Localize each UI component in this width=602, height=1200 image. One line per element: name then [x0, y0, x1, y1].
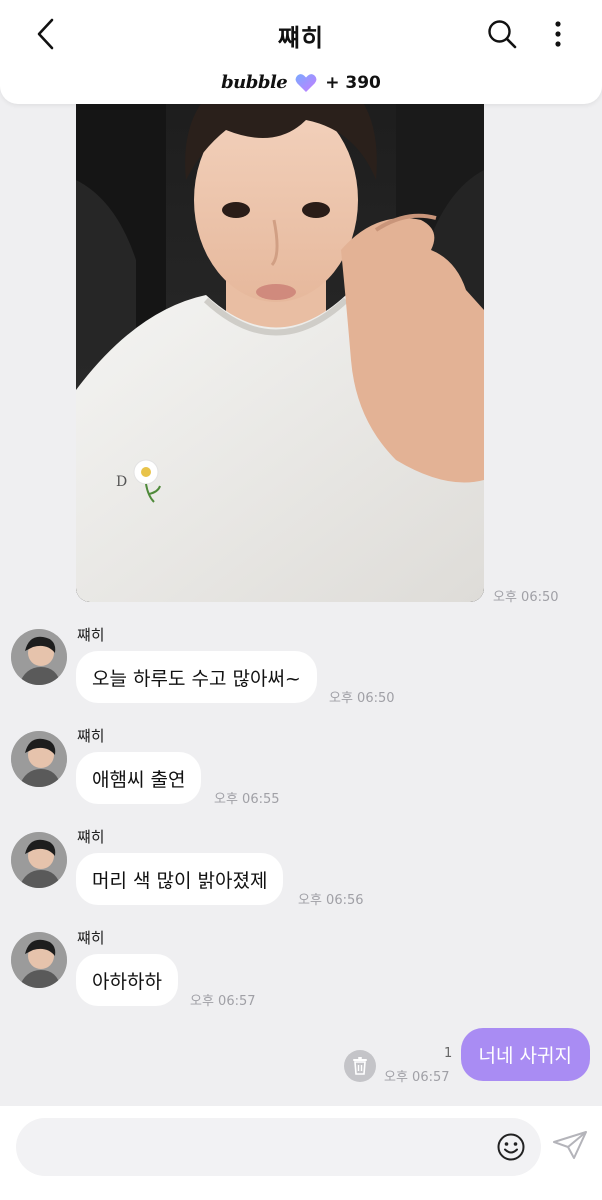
chat-header: 쨰히 bubble + 390 [0, 0, 602, 104]
message-input[interactable] [36, 1118, 480, 1178]
message-bubble[interactable]: 오늘 하루도 수고 많아써~ [76, 651, 317, 703]
message-timestamp: 오후 06:50 [329, 691, 395, 706]
message-timestamp: 오후 06:55 [214, 792, 280, 807]
message-bubble[interactable]: 머리 색 많이 밝아졌제 [76, 853, 284, 905]
message-timestamp: 오후 06:57 [190, 994, 256, 1009]
search-button[interactable] [482, 14, 522, 54]
search-icon [488, 20, 517, 49]
send-button[interactable] [552, 1130, 592, 1166]
message-bubble[interactable]: 아하하하 [76, 954, 178, 1006]
more-vertical-icon [555, 21, 561, 47]
bubble-status: bubble + 390 [0, 72, 602, 93]
sender-name: 쨰히 [77, 727, 105, 745]
selfie-photo: D [76, 60, 484, 602]
avatar[interactable] [11, 832, 67, 888]
emoji-button[interactable] [496, 1132, 526, 1162]
photo-timestamp: 오후 06:50 [493, 590, 559, 605]
bubble-count: + 390 [325, 72, 381, 93]
avatar[interactable] [11, 932, 67, 988]
more-options-button[interactable] [540, 14, 576, 54]
unread-count: 1 [444, 1046, 453, 1061]
my-message-timestamp: 오후 06:57 [384, 1070, 450, 1085]
message-bubble[interactable]: 애햄씨 출연 [76, 752, 202, 804]
heart-icon [295, 73, 317, 92]
trash-icon [353, 1057, 367, 1075]
paper-plane-icon [553, 1131, 587, 1159]
input-bar [0, 1106, 602, 1200]
bubble-logo: bubble [221, 72, 288, 93]
photo-message[interactable]: D [76, 60, 484, 602]
message-timestamp: 오후 06:56 [298, 893, 364, 908]
sender-name: 쨰히 [77, 626, 105, 644]
chat-area[interactable]: D 오후 06:50 쨰히 오늘 하루도 수고 많아써~ 오후 06:50 쨰히… [0, 0, 602, 1106]
sender-name: 쨰히 [77, 828, 105, 846]
my-message-bubble[interactable]: 너네 사귀지 [460, 1028, 590, 1081]
smiley-icon [497, 1133, 525, 1161]
delete-message-button[interactable] [344, 1050, 376, 1082]
svg-text:D: D [116, 474, 127, 490]
avatar[interactable] [11, 731, 67, 787]
sender-name: 쨰히 [77, 929, 105, 947]
message-input-container[interactable] [16, 1118, 541, 1178]
avatar[interactable] [11, 629, 67, 685]
